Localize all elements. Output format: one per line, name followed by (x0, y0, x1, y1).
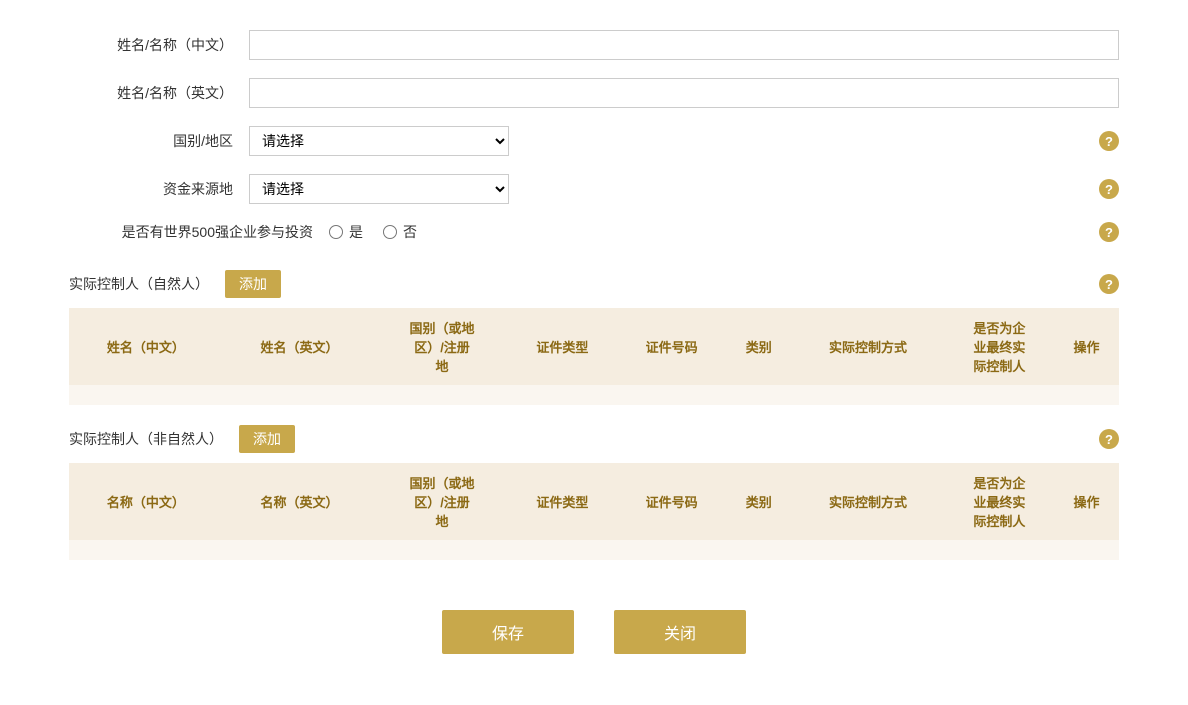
table2-col-is-ultimate: 是否为企业最终实际控制人 (945, 463, 1054, 540)
fund-source-select[interactable]: 请选择 (249, 174, 509, 204)
section2-title: 实际控制人（非自然人） (69, 429, 223, 449)
section1-add-button[interactable]: 添加 (225, 270, 281, 298)
table2-col-cert-no: 证件号码 (617, 463, 726, 540)
name-en-input[interactable] (249, 78, 1119, 108)
table1-col-name-en: 姓名（英文） (223, 308, 377, 385)
name-en-row: 姓名/名称（英文） (69, 78, 1119, 108)
fortune500-yes-option[interactable]: 是 (329, 222, 363, 242)
section2-header: 实际控制人（非自然人） 添加 ? (69, 425, 1119, 453)
section2-help-icon[interactable]: ? (1099, 429, 1119, 449)
table1-col-category: 类别 (726, 308, 791, 385)
table2-header-row: 名称（中文） 名称（英文） 国别（或地区）/注册地 证件类型 证件号码 类别 实… (69, 463, 1119, 540)
name-cn-input[interactable] (249, 30, 1119, 60)
section1-header: 实际控制人（自然人） 添加 ? (69, 270, 1119, 298)
table2-col-cert-type: 证件类型 (508, 463, 617, 540)
country-select[interactable]: 请选择 (249, 126, 509, 156)
name-cn-label: 姓名/名称（中文） (69, 35, 249, 55)
fortune500-yes-radio[interactable] (329, 225, 343, 239)
fortune500-no-radio[interactable] (383, 225, 397, 239)
table2-col-action: 操作 (1054, 463, 1119, 540)
fund-source-row: 资金来源地 请选择 ? (69, 174, 1119, 204)
country-label: 国别/地区 (69, 131, 249, 151)
fortune500-help-icon[interactable]: ? (1099, 222, 1119, 242)
fortune500-no-label: 否 (403, 222, 417, 242)
table1-col-control-method: 实际控制方式 (791, 308, 945, 385)
table2-col-country: 国别（或地区）/注册地 (376, 463, 507, 540)
table1-col-country: 国别（或地区）/注册地 (376, 308, 507, 385)
fund-source-label: 资金来源地 (69, 179, 249, 199)
table1-col-cert-type: 证件类型 (508, 308, 617, 385)
table1-col-name-cn: 姓名（中文） (69, 308, 223, 385)
fortune500-radio-group: 是 否 (329, 222, 417, 242)
close-button[interactable]: 关闭 (614, 610, 746, 654)
table2-col-name-cn: 名称（中文） (69, 463, 223, 540)
save-button[interactable]: 保存 (442, 610, 574, 654)
non-natural-person-table: 名称（中文） 名称（英文） 国别（或地区）/注册地 证件类型 证件号码 类别 实… (69, 463, 1119, 560)
section1-title: 实际控制人（自然人） (69, 274, 209, 294)
name-en-label: 姓名/名称（英文） (69, 83, 249, 103)
fortune500-no-option[interactable]: 否 (383, 222, 417, 242)
table2-col-category: 类别 (726, 463, 791, 540)
fortune500-row: 是否有世界500强企业参与投资 是 否 ? (69, 222, 1119, 242)
fund-source-help-icon[interactable]: ? (1099, 179, 1119, 199)
country-row: 国别/地区 请选择 ? (69, 126, 1119, 156)
name-cn-row: 姓名/名称（中文） (69, 30, 1119, 60)
bottom-buttons: 保存 关闭 (44, 610, 1144, 654)
table1-header-row: 姓名（中文） 姓名（英文） 国别（或地区）/注册地 证件类型 证件号码 类别 实… (69, 308, 1119, 385)
country-help-icon[interactable]: ? (1099, 131, 1119, 151)
table2-col-control-method: 实际控制方式 (791, 463, 945, 540)
section1-help-icon[interactable]: ? (1099, 274, 1119, 294)
fortune500-label: 是否有世界500强企业参与投资 (69, 222, 329, 242)
table2-empty-row (69, 540, 1119, 560)
table1-col-cert-no: 证件号码 (617, 308, 726, 385)
table2-col-name-en: 名称（英文） (223, 463, 377, 540)
fortune500-yes-label: 是 (349, 222, 363, 242)
table1-col-action: 操作 (1054, 308, 1119, 385)
section2-add-button[interactable]: 添加 (239, 425, 295, 453)
table1-col-is-ultimate: 是否为企业最终实际控制人 (945, 308, 1054, 385)
natural-person-table: 姓名（中文） 姓名（英文） 国别（或地区）/注册地 证件类型 证件号码 类别 实… (69, 308, 1119, 405)
table1-empty-row (69, 385, 1119, 405)
